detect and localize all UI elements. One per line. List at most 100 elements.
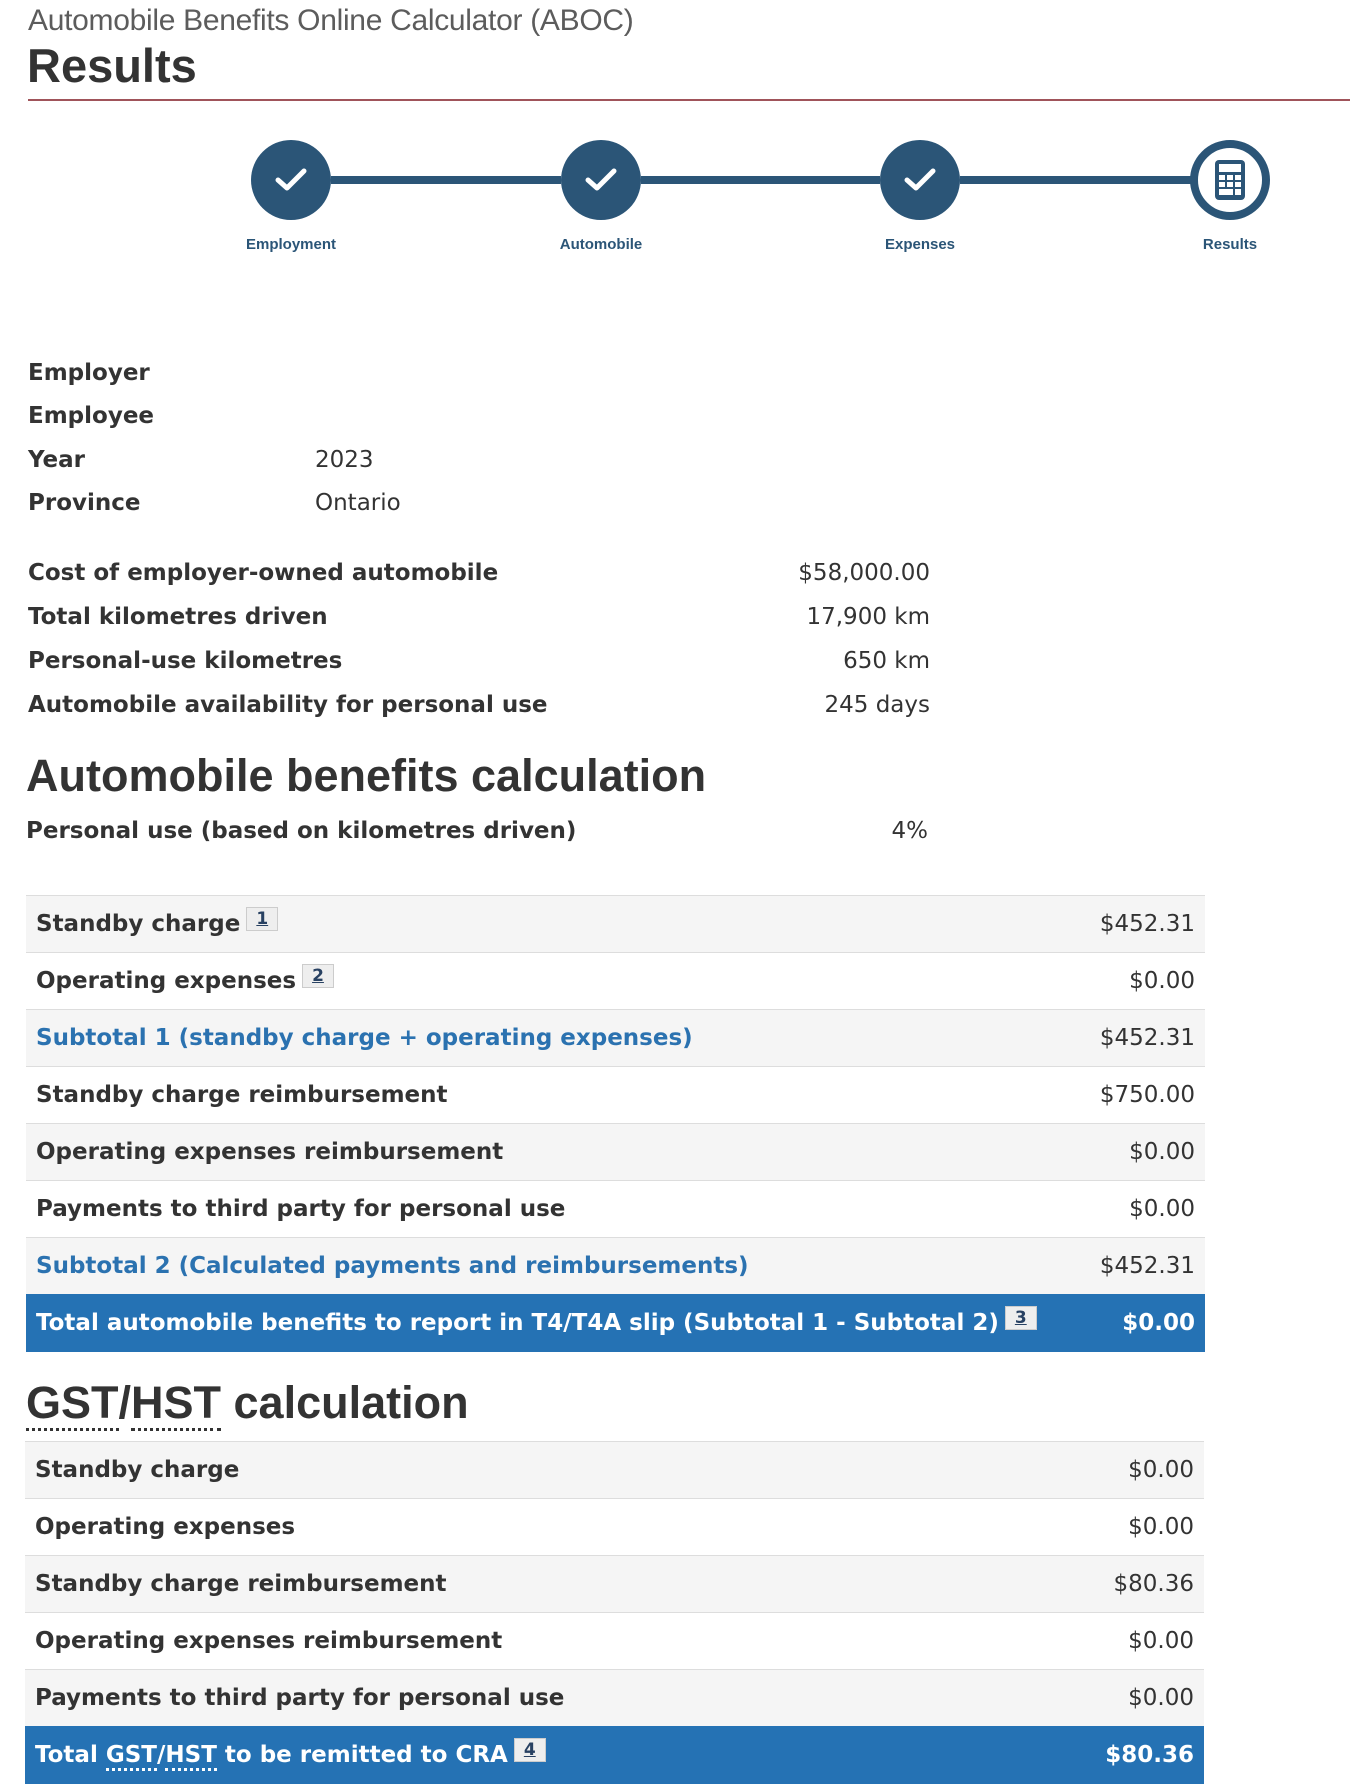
row-label: Subtotal 1 (standby charge + operating e… [36,1025,693,1051]
step-label-automobile: Automobile [559,236,643,253]
footnote-badge: 4 [513,1738,546,1763]
step-label-expenses: Expenses [884,236,956,253]
table-row: Operating expenses $0.00 [25,1498,1204,1556]
year-label: Year [28,447,86,473]
step-automobile[interactable] [561,140,641,220]
total-km-value: 17,900 km [806,604,930,630]
progress-stepper: Employment Automobile Expenses Results [0,0,1350,270]
row-label: Standby charge [36,911,241,937]
province-label: Province [28,490,141,516]
subtotal-row: Subtotal 1 (standby charge + operating e… [26,1009,1205,1067]
total-km-row: Total kilometres driven 17,900 km [28,604,930,634]
total-label: Total automobile benefits to report in T… [36,1310,999,1337]
province-value: Ontario [315,490,401,516]
calculator-icon [1215,160,1245,200]
table-row: Standby charge reimbursement $750.00 [26,1066,1205,1124]
row-label: Payments to third party for personal use [35,1685,565,1711]
gst-abbr[interactable]: GST [26,1377,119,1431]
hst-abbr[interactable]: HST [131,1377,222,1431]
row-label: Standby charge [35,1457,240,1483]
row-value: $750.00 [1099,1082,1195,1108]
row-value: $0.00 [1129,1196,1195,1222]
step-connector [960,176,1192,184]
step-connector [331,176,561,184]
checkmark-icon [585,168,617,191]
step-connector [641,176,880,184]
row-value: $0.00 [1128,1628,1194,1654]
table-row: Standby charge 1 $452.31 [26,895,1205,953]
table-row: Payments to third party for personal use… [25,1669,1204,1727]
footnote-link[interactable]: 3 [1015,1308,1027,1328]
row-value: $452.31 [1099,1025,1195,1051]
footnote-badge: 1 [246,907,279,931]
footnote-link[interactable]: 2 [312,966,324,986]
vehicle-cost-row: Cost of employer-owned automobile $58,00… [28,560,930,590]
step-label-employment: Employment [245,236,336,253]
employer-label: Employer [28,360,150,386]
row-value: $0.00 [1128,1457,1194,1483]
personal-use-value: 4% [891,818,929,844]
gst-heading: GST/HST calculation [26,1377,469,1431]
total-row: Total GST/HST to be remitted to CRA 4 $80… [25,1726,1204,1784]
info-year: Year 2023 [28,447,928,477]
personal-use-row: Personal use (based on kilometres driven… [26,818,929,848]
table-row: Operating expenses reimbursement $0.00 [26,1123,1205,1181]
footnote-badge: 2 [302,964,334,988]
step-expenses[interactable] [880,140,960,220]
personal-km-value: 650 km [843,648,930,674]
row-label: Operating expenses [35,1514,296,1540]
info-province: Province Ontario [28,490,928,520]
heading-rest: calculation [221,1377,469,1428]
total-label-suffix: to be remitted to CRA [216,1742,508,1769]
year-value: 2023 [315,447,374,473]
step-label-results: Results [1202,236,1258,253]
footnote-badge: 3 [1004,1306,1037,1331]
total-value: $80.36 [1105,1742,1194,1769]
row-value: $0.00 [1129,968,1195,994]
gst-abbr[interactable]: GST [105,1742,157,1772]
hst-abbr[interactable]: HST [165,1742,217,1772]
footnote-link[interactable]: 4 [524,1740,536,1760]
benefits-table: Standby charge 1 $452.31 Operating expens… [26,895,1205,1352]
table-row: Operating expenses reimbursement $0.00 [25,1612,1204,1670]
availability-label: Automobile availability for personal use [28,692,548,718]
row-label: Subtotal 2 (Calculated payments and reim… [36,1253,749,1279]
row-label: Operating expenses reimbursement [36,1139,504,1165]
row-value: $0.00 [1129,1139,1195,1165]
checkmark-icon [275,168,307,191]
total-row: Total automobile benefits to report in T… [26,1294,1205,1352]
personal-use-label: Personal use (based on kilometres driven… [26,818,577,844]
row-label: Standby charge reimbursement [36,1082,448,1108]
checkmark-icon [904,168,936,191]
row-value: $0.00 [1128,1685,1194,1711]
row-value: $80.36 [1113,1571,1194,1597]
benefits-heading: Automobile benefits calculation [26,750,707,801]
personal-km-label: Personal-use kilometres [28,648,343,674]
employee-label: Employee [28,403,155,429]
row-value: $0.00 [1128,1514,1194,1540]
table-row: Standby charge reimbursement $80.36 [25,1555,1204,1613]
total-label-prefix: Total [35,1742,106,1769]
row-value: $452.31 [1099,911,1195,937]
gst-table: Standby charge $0.00 Operating expenses … [25,1441,1204,1784]
row-label: Payments to third party for personal use [36,1196,566,1222]
row-label: Standby charge reimbursement [35,1571,447,1597]
subtotal-row: Subtotal 2 (Calculated payments and reim… [26,1237,1205,1295]
row-label: Operating expenses [36,968,297,994]
availability-row: Automobile availability for personal use… [28,692,931,722]
info-employer: Employer [28,360,928,390]
row-value: $452.31 [1099,1253,1195,1279]
table-row: Standby charge $0.00 [25,1441,1204,1499]
footnote-link[interactable]: 1 [256,909,268,929]
personal-km-row: Personal-use kilometres 650 km [28,648,930,678]
total-km-label: Total kilometres driven [28,604,328,630]
step-results [1190,140,1270,220]
table-row: Operating expenses 2 $0.00 [26,952,1205,1010]
heading-separator: / [118,1377,132,1428]
info-employee: Employee [28,403,928,433]
step-employment[interactable] [251,140,331,220]
table-row: Payments to third party for personal use… [26,1180,1205,1238]
vehicle-cost-value: $58,000.00 [798,560,930,586]
vehicle-cost-label: Cost of employer-owned automobile [28,560,499,586]
availability-value: 245 days [824,692,931,718]
